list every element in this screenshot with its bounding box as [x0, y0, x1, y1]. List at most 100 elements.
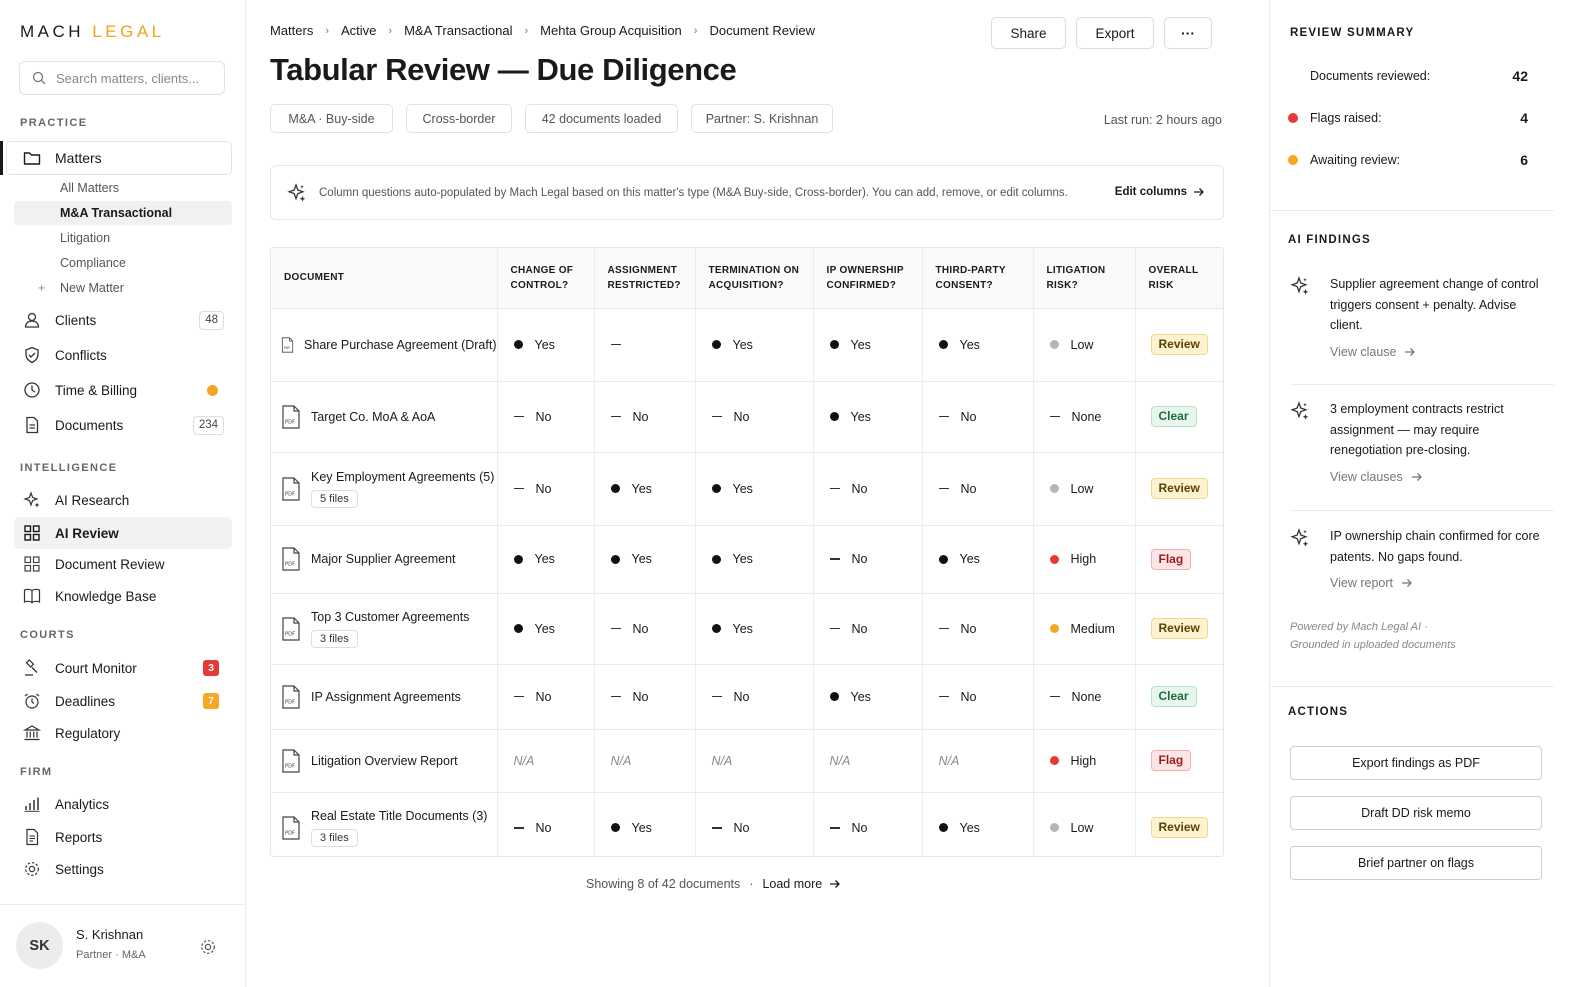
answer-cell[interactable]: Yes [813, 664, 923, 730]
answer-cell[interactable]: No [497, 664, 595, 730]
sidebar-item-matters[interactable]: Matters [0, 141, 232, 175]
sidebar-item-reports[interactable]: Reports [14, 821, 232, 853]
sidebar-item-court-monitor[interactable]: Court Monitor 3 [14, 652, 232, 684]
sidebar-item-knowledge-base[interactable]: Knowledge Base [14, 580, 232, 612]
document-cell[interactable]: PDF Key Employment Agreements (5) 5 files [271, 452, 498, 526]
document-cell[interactable]: PDF IP Assignment Agreements [271, 664, 498, 730]
document-cell[interactable]: PDF Real Estate Title Documents (3) 3 file… [271, 792, 498, 856]
answer-cell[interactable]: No [594, 664, 696, 730]
status-badge[interactable]: Flag [1150, 750, 1192, 771]
answer-cell[interactable]: No [813, 452, 923, 526]
litigation-risk-cell[interactable]: Low [1033, 792, 1136, 856]
answer-cell[interactable]: No [922, 381, 1034, 453]
gear-icon[interactable] [199, 938, 217, 956]
breadcrumb-item[interactable]: M&A Transactional [404, 23, 512, 38]
more-options-button[interactable]: ··· [1164, 17, 1212, 49]
answer-cell[interactable]: N/A [813, 729, 923, 793]
litigation-risk-cell[interactable]: Medium [1033, 593, 1136, 665]
sidebar-item-deadlines[interactable]: Deadlines 7 [14, 685, 232, 717]
sidebar-item-ai-research[interactable]: AI Research [14, 484, 232, 516]
view-clauses-link[interactable]: View clauses [1330, 470, 1423, 484]
brief-partner-button[interactable]: Brief partner on flags [1290, 846, 1542, 880]
sub-item-ma-transactional[interactable]: M&A Transactional [14, 201, 232, 225]
brand-logo[interactable]: MACH LEGAL [20, 22, 165, 42]
table-row[interactable]: PDF IP Assignment Agreements No No No Yes No No… [271, 664, 1223, 730]
answer-cell[interactable]: No [813, 792, 923, 856]
answer-cell[interactable]: No [813, 525, 923, 594]
answer-cell[interactable]: Yes [922, 792, 1034, 856]
status-badge[interactable]: Review [1150, 618, 1208, 639]
document-cell[interactable]: PDF Share Purchase Agreement (Draft) [271, 308, 498, 382]
table-row[interactable]: PDF Target Co. MoA & AoA No No No Yes No None Cl… [271, 381, 1223, 453]
answer-cell[interactable]: N/A [695, 729, 814, 793]
answer-cell[interactable]: Yes [594, 452, 696, 526]
sidebar-item-ai-review[interactable]: AI Review [14, 517, 232, 549]
load-more-button[interactable]: Load more [762, 877, 841, 891]
new-matter-button[interactable]: + New Matter [14, 276, 232, 300]
table-row[interactable]: PDF Major Supplier Agreement Yes Yes Yes No Ye… [271, 525, 1223, 594]
edit-columns-link[interactable]: Edit columns [1115, 186, 1205, 198]
litigation-risk-cell[interactable]: None [1033, 664, 1136, 730]
answer-cell[interactable]: No [695, 664, 814, 730]
table-row[interactable]: PDF Share Purchase Agreement (Draft) Yes Ye… [271, 308, 1223, 382]
answer-cell[interactable]: Yes [695, 525, 814, 594]
sub-item-compliance[interactable]: Compliance [14, 251, 232, 275]
answer-cell[interactable]: Yes [497, 525, 595, 594]
table-row[interactable]: PDF Real Estate Title Documents (3) 3 file… [271, 792, 1223, 856]
litigation-risk-cell[interactable]: High [1033, 525, 1136, 594]
answer-cell[interactable]: No [497, 452, 595, 526]
litigation-risk-cell[interactable]: None [1033, 381, 1136, 453]
status-badge[interactable]: Flag [1150, 548, 1192, 570]
answer-cell[interactable]: No [497, 381, 595, 453]
answer-cell[interactable]: No [813, 593, 923, 665]
files-count-badge[interactable]: 3 files [311, 828, 358, 847]
answer-cell[interactable] [594, 308, 696, 382]
document-cell[interactable]: PDF Major Supplier Agreement [271, 525, 498, 594]
status-badge[interactable]: Clear [1150, 406, 1197, 427]
view-clause-link[interactable]: View clause [1330, 345, 1416, 359]
share-button[interactable]: Share [991, 17, 1066, 49]
table-row[interactable]: PDF Litigation Overview Report N/A N/A N/A N/… [271, 729, 1223, 793]
answer-cell[interactable]: No [922, 664, 1034, 730]
answer-cell[interactable]: No [497, 792, 595, 856]
sidebar-item-documents[interactable]: Documents 234 [14, 409, 232, 441]
answer-cell[interactable]: No [594, 381, 696, 453]
sidebar-item-clients[interactable]: Clients 48 [14, 304, 232, 336]
breadcrumb-item[interactable]: Matters [270, 23, 313, 38]
litigation-risk-cell[interactable]: Low [1033, 308, 1136, 382]
search-input[interactable]: Search matters, clients... [19, 61, 225, 95]
answer-cell[interactable]: No [922, 452, 1034, 526]
answer-cell[interactable]: N/A [594, 729, 696, 793]
answer-cell[interactable]: No [594, 593, 696, 665]
document-cell[interactable]: PDF Litigation Overview Report [271, 729, 498, 793]
answer-cell[interactable]: Yes [695, 452, 814, 526]
status-badge[interactable]: Review [1150, 334, 1208, 355]
sidebar-item-document-review[interactable]: Document Review [14, 548, 232, 580]
answer-cell[interactable]: Yes [594, 792, 696, 856]
breadcrumb-item[interactable]: Active [341, 23, 376, 38]
answer-cell[interactable]: Yes [497, 308, 595, 382]
export-findings-pdf-button[interactable]: Export findings as PDF [1290, 746, 1542, 780]
table-row[interactable]: PDF Top 3 Customer Agreements 3 files Yes No… [271, 593, 1223, 665]
answer-cell[interactable]: Yes [922, 525, 1034, 594]
draft-dd-risk-memo-button[interactable]: Draft DD risk memo [1290, 796, 1542, 830]
export-button[interactable]: Export [1076, 17, 1154, 49]
sidebar-item-regulatory[interactable]: Regulatory [14, 717, 232, 749]
answer-cell[interactable]: Yes [813, 381, 923, 453]
answer-cell[interactable]: Yes [813, 308, 923, 382]
answer-cell[interactable]: No [695, 381, 814, 453]
answer-cell[interactable]: No [922, 593, 1034, 665]
litigation-risk-cell[interactable]: Low [1033, 452, 1136, 526]
view-report-link[interactable]: View report [1330, 576, 1413, 590]
breadcrumb-item[interactable]: Mehta Group Acquisition [540, 23, 682, 38]
answer-cell[interactable]: Yes [594, 525, 696, 594]
document-cell[interactable]: PDF Top 3 Customer Agreements 3 files [271, 593, 498, 665]
sidebar-item-analytics[interactable]: Analytics [14, 788, 232, 820]
answer-cell[interactable]: No [695, 792, 814, 856]
answer-cell[interactable]: Yes [695, 593, 814, 665]
sidebar-item-time-billing[interactable]: Time & Billing [14, 374, 232, 406]
answer-cell[interactable]: N/A [922, 729, 1034, 793]
status-badge[interactable]: Review [1150, 817, 1208, 839]
answer-cell[interactable]: Yes [497, 593, 595, 665]
sub-item-litigation[interactable]: Litigation [14, 226, 232, 250]
